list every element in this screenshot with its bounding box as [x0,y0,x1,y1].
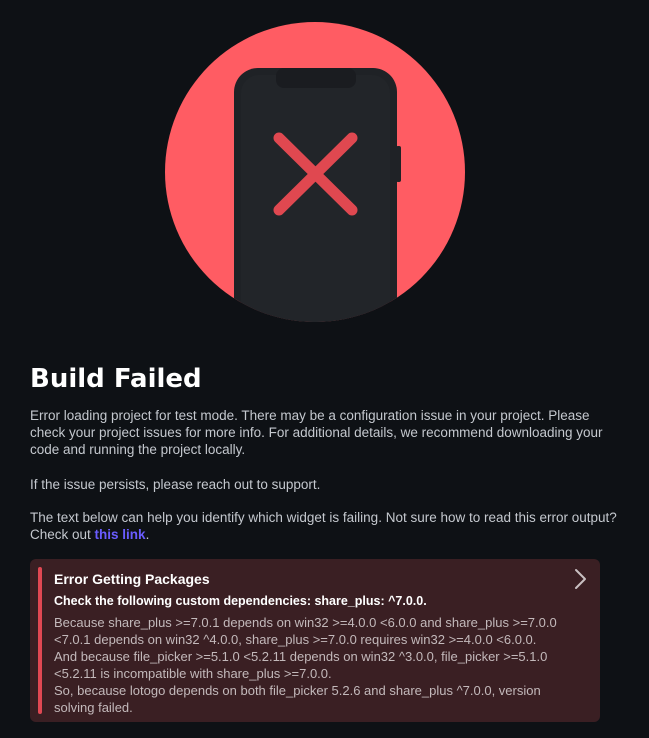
error-accent-bar [38,567,42,714]
error-details: Because share_plus >=7.0.1 depends on wi… [54,614,579,716]
error-line: And because file_picker >=5.1.0 <5.2.11 … [54,649,548,681]
phone-notch [276,68,356,88]
error-title: Error Getting Packages [54,571,210,587]
help-text-suffix: . [145,527,150,542]
help-text: The text below can help you identify whi… [30,509,622,543]
phone-side-button [396,146,401,182]
page-title: Build Failed [30,364,202,394]
support-note: If the issue persists, please reach out … [30,477,321,492]
error-line: So, because lotogo depends on both file_… [54,683,541,715]
error-description: Error loading project for test mode. The… [30,408,603,457]
help-link[interactable]: this link [95,527,146,542]
build-failed-illustration [165,22,465,322]
chevron-right-icon[interactable] [572,567,588,591]
error-line: Because share_plus >=7.0.1 depends on wi… [54,615,557,647]
error-card: Error Getting Packages Check the followi… [30,559,600,722]
error-subtitle: Check the following custom dependencies:… [54,594,427,608]
